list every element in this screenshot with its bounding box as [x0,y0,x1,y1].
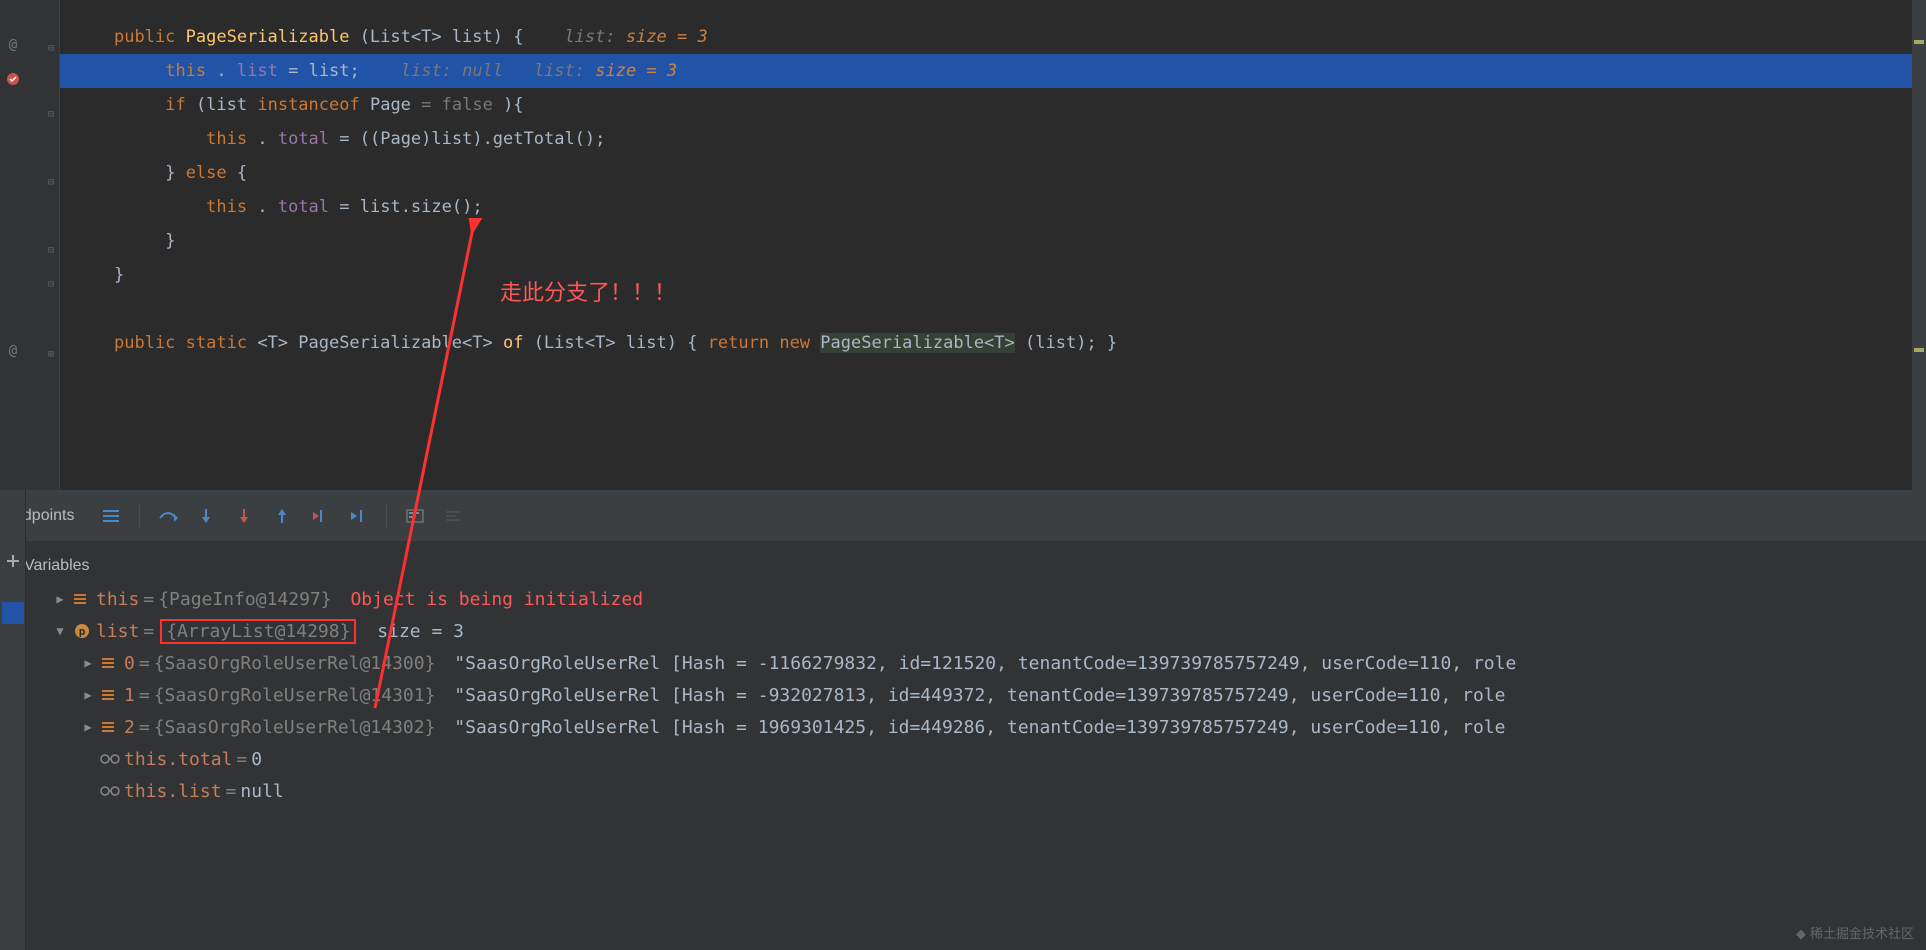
code-line: this . total = ((Page)list).getTotal(); [60,122,1926,156]
fold-icon[interactable]: ⊟ [45,108,57,120]
glasses-icon [100,749,120,769]
at-icon: @ [4,342,22,360]
fold-icon[interactable]: ⊟ [45,42,57,54]
variables-panel: Variables ▶ this = {PageInfo@14297} Obje… [0,541,1926,815]
debug-toolbar: ndpoints [0,491,1926,541]
variable-row[interactable]: this.total = 0 [0,743,1926,775]
variable-row[interactable]: ▶ 0 = {SaasOrgRoleUserRel@14300} "SaasOr… [0,647,1926,679]
scrollbar[interactable] [1912,0,1926,490]
collapse-icon[interactable]: ▼ [52,624,68,638]
variable-row[interactable]: ▶ 2 = {SaasOrgRoleUserRel@14302} "SaasOr… [0,711,1926,743]
annotation-text: 走此分支了！！！ [500,275,676,307]
variable-row[interactable]: ▶ 1 = {SaasOrgRoleUserRel@14301} "SaasOr… [0,679,1926,711]
code-area[interactable]: public PageSerializable (List<T> list) {… [60,0,1926,490]
force-step-into-icon[interactable] [232,504,256,528]
code-line: this . total = list.size(); [60,190,1926,224]
step-over-icon[interactable] [156,504,180,528]
expand-icon[interactable]: ▶ [80,720,96,734]
fold-icon[interactable]: ⊞ [45,348,57,360]
code-line: } [60,224,1926,258]
watermark: ◆稀土掘金技术社区 [1796,923,1914,942]
add-icon[interactable] [2,550,24,572]
fold-icon[interactable]: ⊟ [45,278,57,290]
code-line: public PageSerializable (List<T> list) {… [60,20,1926,54]
expand-icon[interactable]: ▶ [52,592,68,606]
debugger-panel: ndpoints Variables [0,490,1926,950]
field-icon [100,685,120,705]
variable-row[interactable]: this.list = null [0,775,1926,807]
run-to-cursor-icon[interactable] [346,504,370,528]
param-icon: p [72,621,92,641]
code-line: } else { [60,156,1926,190]
drop-frame-icon[interactable] [308,504,332,528]
gutter: @ ⊟ ⊟ ⊟ ⊟ ⊟ @ ⊞ [0,0,60,490]
stack-icon[interactable] [99,504,123,528]
debug-sidebar [0,490,26,950]
expand-icon[interactable]: ▶ [80,656,96,670]
svg-text:p: p [79,625,86,638]
variable-row[interactable]: ▼ p list = {ArrayList@14298} size = 3 [0,615,1926,647]
code-line-current: this . list = list; list: null list: siz… [60,54,1926,88]
code-line: public static <T> PageSerializable<T> of… [60,326,1926,360]
glasses-icon [100,781,120,801]
fold-icon[interactable]: ⊟ [45,244,57,256]
field-icon [100,653,120,673]
code-line: if (list instanceof Page = false ){ [60,88,1926,122]
field-icon [100,717,120,737]
highlighted-type: {ArrayList@14298} [160,619,356,644]
variable-row[interactable]: ▶ this = {PageInfo@14297} Object is bein… [0,583,1926,615]
evaluate-icon[interactable] [403,504,427,528]
trace-icon[interactable] [441,504,465,528]
fold-icon[interactable]: ⊟ [45,176,57,188]
step-out-icon[interactable] [270,504,294,528]
code-line: } [60,258,1926,292]
variables-title: Variables [0,549,1926,583]
expand-icon[interactable]: ▶ [80,688,96,702]
breakpoint-icon[interactable] [4,70,22,88]
code-editor: @ ⊟ ⊟ ⊟ ⊟ ⊟ @ ⊞ public PageSerializable … [0,0,1926,490]
step-into-icon[interactable] [194,504,218,528]
at-icon: @ [4,36,22,54]
active-tab-icon[interactable] [2,602,24,624]
field-icon [72,589,92,609]
